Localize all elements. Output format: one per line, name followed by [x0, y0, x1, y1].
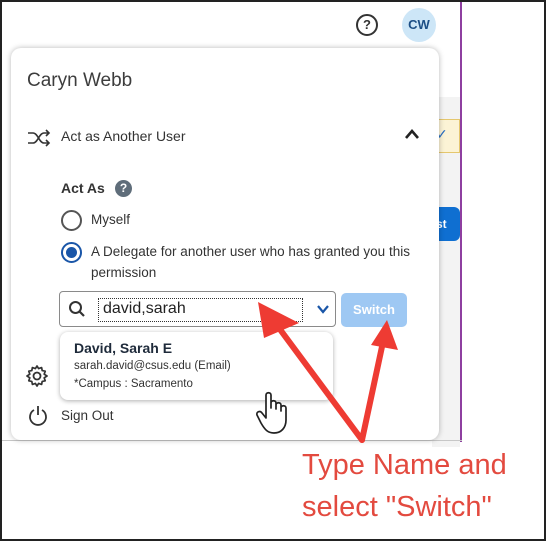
- search-icon: [69, 301, 85, 317]
- background-divider: [460, 2, 462, 442]
- annotation-caption: Type Name and select "Switch": [302, 444, 542, 528]
- act-as-title: Act As: [61, 180, 105, 196]
- sign-out-link[interactable]: Sign Out: [61, 408, 114, 423]
- menu-user-name: Caryn Webb: [27, 70, 133, 91]
- switch-button[interactable]: Switch: [341, 293, 407, 327]
- chevron-up-icon[interactable]: [403, 126, 421, 144]
- background-line: [2, 440, 462, 441]
- annotation-line-1: Type Name and: [302, 449, 507, 481]
- chevron-down-icon[interactable]: [316, 303, 330, 315]
- radio-delegate-label[interactable]: A Delegate for another user who has gran…: [91, 241, 411, 283]
- radio-delegate[interactable]: [61, 242, 82, 263]
- act-as-another-user-toggle[interactable]: Act as Another User: [11, 120, 439, 156]
- act-as-another-user-label: Act as Another User: [61, 128, 186, 144]
- radio-myself[interactable]: [61, 210, 82, 231]
- suggestion-email: sarah.david@csus.edu (Email): [74, 360, 231, 372]
- profile-menu: Caryn Webb Act as Another User Act As ? …: [11, 48, 439, 440]
- annotation-line-2: select "Switch": [302, 491, 492, 523]
- radio-myself-label[interactable]: Myself: [91, 209, 130, 230]
- suggestion-campus: *Campus : Sacramento: [74, 378, 193, 390]
- delegate-search-combobox[interactable]: david,sarah: [59, 291, 336, 327]
- switch-user-icon: [28, 129, 51, 147]
- search-suggestion[interactable]: David, Sarah E sarah.david@csus.edu (Ema…: [60, 332, 333, 400]
- gear-icon[interactable]: [25, 364, 49, 388]
- user-avatar[interactable]: CW: [402, 8, 436, 42]
- help-icon[interactable]: ?: [356, 14, 378, 36]
- hand-cursor-icon: [256, 391, 287, 434]
- suggestion-name: David, Sarah E: [74, 340, 173, 356]
- question-help-icon[interactable]: ?: [115, 180, 132, 197]
- screenshot-frame: ✓ st ? CW Caryn Webb Act as Another User…: [0, 0, 546, 541]
- delegate-search-input[interactable]: david,sarah: [98, 298, 303, 322]
- power-icon: [29, 406, 47, 426]
